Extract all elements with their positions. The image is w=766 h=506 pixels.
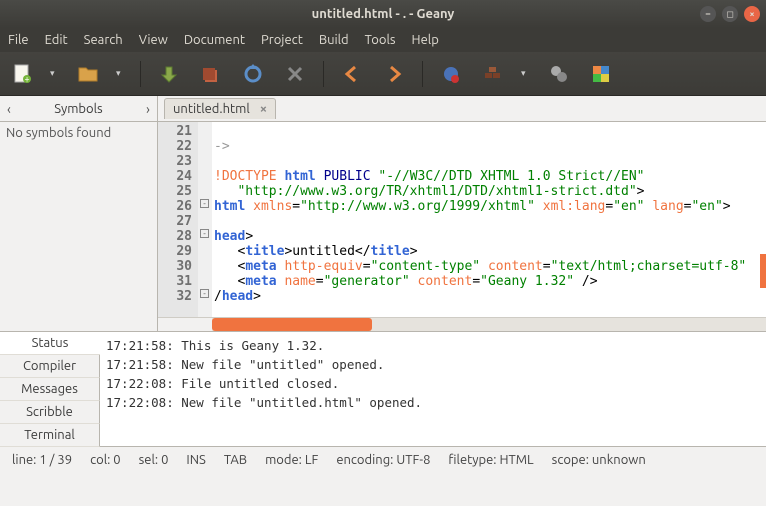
menu-view[interactable]: View (139, 33, 168, 47)
save-icon[interactable] (155, 60, 183, 88)
build-icon[interactable] (479, 60, 507, 88)
line-number[interactable]: 27 (162, 214, 192, 229)
nav-forward-icon[interactable] (380, 60, 408, 88)
status-ins[interactable]: INS (186, 453, 205, 467)
menu-document[interactable]: Document (184, 33, 245, 47)
statusbar: line: 1 / 39 col: 0 sel: 0 INS TAB mode:… (0, 446, 766, 472)
code-line[interactable] (214, 154, 766, 169)
bottom-tab-status[interactable]: Status (0, 332, 100, 355)
toolbar: + ▾ ▾ ▾ (0, 52, 766, 96)
hscrollbar[interactable] (158, 317, 766, 331)
status-line: line: 1 / 39 (12, 453, 72, 467)
status-tab[interactable]: TAB (224, 453, 247, 467)
code-editor[interactable]: 212223242526272829303132 - - - -> !DOCTYPE … (158, 122, 766, 317)
status-filetype[interactable]: filetype: HTML (448, 453, 533, 467)
new-file-dropdown-icon[interactable]: ▾ (50, 68, 60, 79)
message-line: 17:22:08: File untitled closed. (106, 374, 760, 393)
code-line[interactable]: "http://www.w3.org/TR/xhtml1/DTD/xhtml1-… (214, 184, 766, 199)
color-chooser-icon[interactable] (587, 60, 615, 88)
code-line[interactable]: /head> (214, 289, 766, 304)
sidebar: ‹ Symbols › No symbols found (0, 96, 158, 331)
message-line: 17:21:58: New file "untitled" opened. (106, 355, 760, 374)
line-number[interactable]: 28 (162, 229, 192, 244)
code-line[interactable]: head> (214, 229, 766, 244)
bottom-panel: StatusCompilerMessagesScribbleTerminal 1… (0, 331, 766, 446)
fold-toggle-icon[interactable]: - (200, 229, 209, 238)
editor-tab-label: untitled.html (173, 102, 250, 116)
code-line[interactable]: -> (214, 139, 766, 154)
sidebar-next-icon[interactable]: › (139, 101, 157, 117)
code-line[interactable] (214, 124, 766, 139)
status-scope: scope: unknown (552, 453, 646, 467)
titlebar[interactable]: untitled.html - . - Geany – ◻ × (0, 0, 766, 28)
line-number[interactable]: 32 (162, 289, 192, 304)
line-number[interactable]: 21 (162, 124, 192, 139)
bottom-tab-scribble[interactable]: Scribble (0, 401, 100, 424)
minimize-button[interactable]: – (700, 6, 716, 22)
line-number[interactable]: 25 (162, 184, 192, 199)
menu-edit[interactable]: Edit (45, 33, 68, 47)
menu-build[interactable]: Build (319, 33, 349, 47)
message-line: 17:21:58: This is Geany 1.32. (106, 336, 760, 355)
window-title: untitled.html - . - Geany (8, 7, 758, 21)
menu-search[interactable]: Search (84, 33, 123, 47)
sidebar-prev-icon[interactable]: ‹ (0, 101, 18, 117)
bottom-tab-terminal[interactable]: Terminal (0, 424, 100, 447)
menu-file[interactable]: File (8, 33, 29, 47)
menu-help[interactable]: Help (412, 33, 439, 47)
tab-close-icon[interactable]: × (260, 102, 267, 116)
fold-toggle-icon[interactable]: - (200, 199, 209, 208)
bottom-tab-messages[interactable]: Messages (0, 378, 100, 401)
menubar: File Edit Search View Document Project Build To… (0, 28, 766, 52)
close-icon[interactable] (281, 60, 309, 88)
status-mode[interactable]: mode: LF (265, 453, 318, 467)
open-file-dropdown-icon[interactable]: ▾ (116, 68, 126, 79)
code-line[interactable]: <meta http-equiv="content-type" content=… (214, 259, 766, 274)
code-line[interactable]: html xmlns="http://www.w3.org/1999/xhtml… (214, 199, 766, 214)
line-number[interactable]: 30 (162, 259, 192, 274)
menu-project[interactable]: Project (261, 33, 303, 47)
messages-output[interactable]: 17:21:58: This is Geany 1.32.17:21:58: N… (100, 332, 766, 446)
nav-back-icon[interactable] (338, 60, 366, 88)
save-all-icon[interactable] (197, 60, 225, 88)
compile-icon[interactable] (437, 60, 465, 88)
build-dropdown-icon[interactable]: ▾ (521, 68, 531, 79)
sidebar-body: No symbols found (0, 122, 157, 144)
sidebar-tab-symbols[interactable]: Symbols (18, 102, 139, 116)
editor-tab[interactable]: untitled.html × (164, 98, 276, 119)
new-file-icon[interactable]: + (8, 60, 36, 88)
open-file-icon[interactable] (74, 60, 102, 88)
reload-icon[interactable] (239, 60, 267, 88)
line-number[interactable]: 24 (162, 169, 192, 184)
line-number[interactable]: 29 (162, 244, 192, 259)
code-line[interactable]: <meta name="generator" content="Geany 1.… (214, 274, 766, 289)
status-encoding[interactable]: encoding: UTF-8 (336, 453, 430, 467)
svg-text:+: + (25, 74, 30, 84)
code-line[interactable]: !DOCTYPE html PUBLIC "-//W3C//DTD XHTML … (214, 169, 766, 184)
status-sel: sel: 0 (139, 453, 169, 467)
line-number[interactable]: 22 (162, 139, 192, 154)
run-icon[interactable] (545, 60, 573, 88)
line-number[interactable]: 26 (162, 199, 192, 214)
maximize-button[interactable]: ◻ (722, 6, 738, 22)
hscroll-thumb[interactable] (212, 318, 372, 331)
status-col: col: 0 (90, 453, 121, 467)
vscroll-marker[interactable] (760, 254, 766, 288)
fold-toggle-icon[interactable]: - (200, 289, 209, 298)
bottom-tab-compiler[interactable]: Compiler (0, 355, 100, 378)
code-line[interactable]: <title>untitled</title> (214, 244, 766, 259)
close-window-button[interactable]: × (744, 6, 760, 22)
editor-tabstrip: untitled.html × (158, 96, 766, 122)
line-number[interactable]: 31 (162, 274, 192, 289)
code-line[interactable] (214, 214, 766, 229)
line-number[interactable]: 23 (162, 154, 192, 169)
menu-tools[interactable]: Tools (365, 33, 396, 47)
message-line: 17:22:08: New file "untitled.html" opene… (106, 393, 760, 412)
